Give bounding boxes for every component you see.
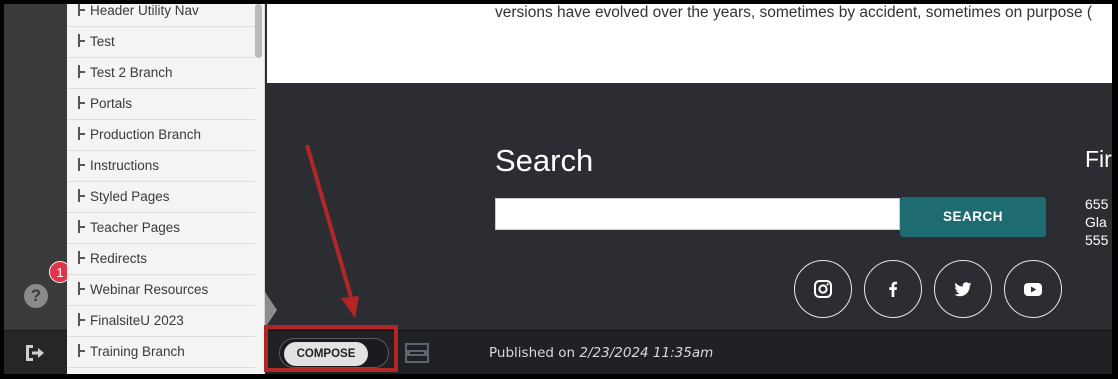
facebook-link[interactable] (864, 260, 922, 318)
branch-icon (77, 313, 86, 326)
search-heading: Search (495, 143, 594, 178)
page-preview: versions have evolved over the years, so… (267, 4, 1112, 374)
tree-item-label: Training Branch (90, 344, 185, 359)
tree-item[interactable]: Teacher Pages (67, 213, 255, 244)
left-rail: ? 1 (4, 4, 71, 374)
page-tree: Header Utility Nav Test Test 2 Branch Po… (67, 4, 265, 374)
facebook-icon (889, 281, 898, 297)
branch-icon (77, 34, 86, 47)
published-prefix: Published on (489, 345, 580, 361)
branch-icon (77, 4, 86, 16)
address-line: 655 (1085, 196, 1109, 212)
tree-item[interactable]: FinalsiteU 2023 (67, 306, 255, 337)
question-circle-icon[interactable]: ? (24, 284, 48, 308)
address-line: 555 (1085, 232, 1109, 248)
site-footer: Search SEARCH Fir 655 Gla 555 (267, 83, 1112, 330)
branch-icon (77, 282, 86, 295)
branch-icon (77, 65, 86, 78)
youtube-icon (1024, 283, 1042, 296)
tree-item[interactable]: Production Branch (67, 120, 255, 151)
tree-item-label: Webinar Resources (90, 282, 209, 297)
tree-item-label: Header Utility Nav (90, 4, 199, 18)
tree-item-label: Instructions (90, 158, 160, 173)
tree-item-label: Redirects (90, 251, 148, 266)
tree-item-label: Teacher Pages (90, 220, 181, 235)
branch-icon (77, 158, 86, 171)
highlight-box (264, 325, 398, 372)
published-date: 2/23/2024 11:35am (579, 345, 714, 361)
instagram-icon (814, 280, 832, 298)
tree-item[interactable]: Test 2 Branch (67, 58, 255, 89)
layout-icon[interactable] (405, 343, 429, 363)
tree-item-label: Portals (90, 96, 133, 111)
search-button[interactable]: SEARCH (900, 197, 1046, 237)
tree-item[interactable]: Redirects (67, 244, 255, 275)
address-line: Gla (1085, 214, 1107, 230)
tree-item-label: FinalsiteU 2023 (90, 313, 184, 328)
twitter-link[interactable] (934, 260, 992, 318)
tree-item[interactable]: Styled Pages (67, 182, 255, 213)
tree-scrollbar[interactable] (255, 4, 262, 58)
youtube-link[interactable] (1004, 260, 1062, 318)
twitter-icon (954, 282, 972, 297)
tree-item[interactable]: Training Branch (67, 337, 255, 368)
published-status: Published on 2/23/2024 11:35am (489, 345, 713, 361)
tree-item[interactable]: Webinar Resources (67, 275, 255, 306)
instagram-link[interactable] (794, 260, 852, 318)
tree-item-label: Test 2 Branch (90, 65, 173, 80)
branch-icon (77, 127, 86, 140)
panel-collapse-handle[interactable] (265, 292, 279, 328)
article-text: versions have evolved over the years, so… (495, 4, 1093, 21)
branch-icon (77, 189, 86, 202)
tree-item[interactable]: Test (67, 27, 255, 58)
tree-item[interactable]: Instructions (67, 151, 255, 182)
article-section: versions have evolved over the years, so… (267, 4, 1112, 83)
branch-icon (77, 344, 86, 357)
tree-item-label: Test (90, 34, 115, 49)
search-input[interactable] (495, 198, 900, 230)
tree-item[interactable]: Portals (67, 89, 255, 120)
logout-icon[interactable] (24, 343, 46, 363)
rail-footer (4, 330, 67, 374)
branch-icon (77, 220, 86, 233)
tree-item-label: Production Branch (90, 127, 202, 142)
find-us-heading: Fir (1085, 146, 1112, 172)
branch-icon (77, 251, 86, 264)
cms-window: ? 1 Header Utility Nav Test Test 2 Branc… (4, 4, 1112, 374)
branch-icon (77, 96, 86, 109)
tree-item[interactable]: Header Utility Nav (67, 4, 255, 27)
tree-item-label: Styled Pages (90, 189, 170, 204)
